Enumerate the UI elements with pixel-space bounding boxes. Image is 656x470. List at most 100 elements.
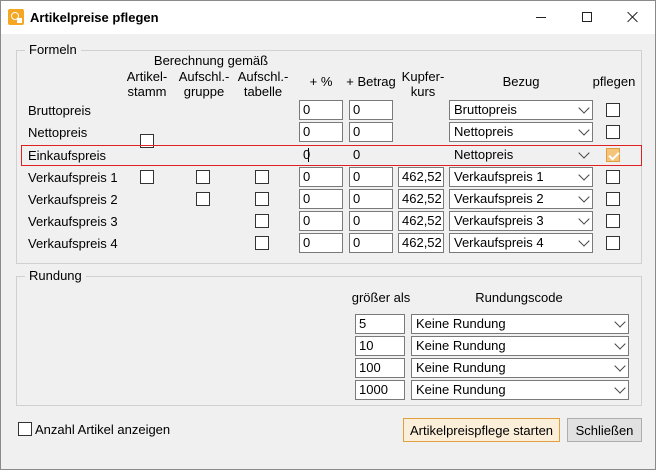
header-kupferkurs-line2: kurs xyxy=(410,84,436,99)
betrag-input-bruttopreis[interactable]: 0 xyxy=(349,100,393,120)
rundungscode-select-1[interactable]: Keine Rundung xyxy=(411,314,629,334)
kupfer-input-vk1[interactable]: 462,52 xyxy=(398,167,444,187)
row-label-bruttopreis: Bruttopreis xyxy=(28,103,91,118)
aufschl-tabelle-checkbox-vk4[interactable] xyxy=(255,236,269,250)
rundungscode-select-2[interactable]: Keine Rundung xyxy=(411,336,629,356)
aufschl-gruppe-checkbox-vk2[interactable] xyxy=(196,192,210,206)
minimize-icon xyxy=(536,16,546,18)
header-betrag: + Betrag xyxy=(346,74,396,89)
kupfer-input-vk2[interactable]: 462,52 xyxy=(398,189,444,209)
prozent-input-einkaufspreis[interactable]: 0 xyxy=(299,145,343,165)
close-icon xyxy=(627,11,639,23)
betrag-input-nettopreis[interactable]: 0 xyxy=(349,122,393,142)
rundung-legend: Rundung xyxy=(25,268,86,283)
rundungscode-value: Keine Rundung xyxy=(416,316,506,331)
dialog-window: Artikelpreise pflegen Formeln Berechnung… xyxy=(0,0,656,470)
title-bar: Artikelpreise pflegen xyxy=(1,1,655,34)
bezug-select-bruttopreis[interactable]: Bruttopreis xyxy=(449,100,593,120)
prozent-input-vk3[interactable]: 0 xyxy=(299,211,343,231)
pflegen-checkbox-bruttopreis[interactable] xyxy=(606,103,620,117)
betrag-input-vk1[interactable]: 0 xyxy=(349,167,393,187)
chevron-down-icon xyxy=(615,341,624,350)
chevron-down-icon xyxy=(579,105,588,114)
chevron-down-icon xyxy=(579,238,588,247)
prozent-input-bruttopreis[interactable]: 0 xyxy=(299,100,343,120)
betrag-input-vk3[interactable]: 0 xyxy=(349,211,393,231)
pflegen-checkbox-nettopreis[interactable] xyxy=(606,125,620,139)
window-title: Artikelpreise pflegen xyxy=(30,10,159,25)
chevron-down-icon xyxy=(615,385,624,394)
bezug-select-vk4[interactable]: Verkaufspreis 4 xyxy=(449,233,593,253)
header-pflegen: pflegen xyxy=(592,74,636,89)
groesser-input-4[interactable]: 1000 xyxy=(355,380,405,400)
betrag-input-vk2[interactable]: 0 xyxy=(349,189,393,209)
close-button[interactable]: Schließen xyxy=(567,418,642,442)
rundungscode-value: Keine Rundung xyxy=(416,382,506,397)
pflegen-checkbox-vk4[interactable] xyxy=(606,236,620,250)
bezug-select-nettopreis[interactable]: Nettopreis xyxy=(449,122,593,142)
chevron-down-icon xyxy=(579,127,588,136)
header-groesser-als: größer als xyxy=(351,290,411,305)
bezug-select-einkaufspreis[interactable]: Nettopreis xyxy=(449,145,593,165)
betrag-input-vk4[interactable]: 0 xyxy=(349,233,393,253)
aufschl-tabelle-checkbox-vk1[interactable] xyxy=(255,170,269,184)
formeln-legend: Formeln xyxy=(25,42,81,57)
groesser-input-2[interactable]: 10 xyxy=(355,336,405,356)
chevron-down-icon xyxy=(579,194,588,203)
groesser-input-3[interactable]: 100 xyxy=(355,358,405,378)
header-aufschl-gruppe-line2: gruppe xyxy=(183,84,225,99)
chevron-down-icon xyxy=(579,216,588,225)
bezug-value: Nettopreis xyxy=(454,147,514,162)
text-caret xyxy=(308,148,309,162)
bezug-select-vk3[interactable]: Verkaufspreis 3 xyxy=(449,211,593,231)
close-window-button[interactable] xyxy=(610,1,656,33)
minimize-button[interactable] xyxy=(518,1,564,33)
header-rundungscode: Rundungscode xyxy=(475,290,563,305)
prozent-input-nettopreis[interactable]: 0 xyxy=(299,122,343,142)
aufschl-tabelle-checkbox-vk3[interactable] xyxy=(255,214,269,228)
header-berechnung: Berechnung gemäß xyxy=(153,53,269,68)
aufschl-tabelle-checkbox-vk2[interactable] xyxy=(255,192,269,206)
maximize-icon xyxy=(582,12,592,22)
header-aufschl-gruppe: Aufschl.- gruppe xyxy=(175,69,233,99)
header-kupferkurs-line1: Kupfer- xyxy=(401,69,445,84)
header-aufschl-gruppe-line1: Aufschl.- xyxy=(178,69,230,84)
row-label-verkaufspreis-4: Verkaufspreis 4 xyxy=(28,236,118,251)
header-aufschl-tabelle: Aufschl.- tabelle xyxy=(234,69,292,99)
kupfer-input-vk3[interactable]: 462,52 xyxy=(398,211,444,231)
artikelstamm-checkbox-vk1[interactable] xyxy=(140,170,154,184)
bezug-value: Verkaufspreis 4 xyxy=(454,235,544,250)
pflegen-checkbox-vk1[interactable] xyxy=(606,170,620,184)
betrag-input-einkaufspreis[interactable]: 0 xyxy=(349,145,393,165)
pflegen-checkbox-vk3[interactable] xyxy=(606,214,620,228)
rundungscode-select-3[interactable]: Keine Rundung xyxy=(411,358,629,378)
bezug-value: Verkaufspreis 3 xyxy=(454,213,544,228)
row-label-verkaufspreis-3: Verkaufspreis 3 xyxy=(28,214,118,229)
start-button[interactable]: Artikelpreispflege starten xyxy=(403,418,560,442)
row-label-einkaufspreis: Einkaufspreis xyxy=(28,148,107,163)
pflegen-checkbox-vk2[interactable] xyxy=(606,192,620,206)
chevron-down-icon xyxy=(579,150,588,159)
prozent-input-vk4[interactable]: 0 xyxy=(299,233,343,253)
chevron-down-icon xyxy=(579,172,588,181)
groesser-input-1[interactable]: 5 xyxy=(355,314,405,334)
bezug-value: Nettopreis xyxy=(454,124,514,139)
prozent-input-vk1[interactable]: 0 xyxy=(299,167,343,187)
aufschl-gruppe-checkbox-vk1[interactable] xyxy=(196,170,210,184)
kupfer-input-vk4[interactable]: 462,52 xyxy=(398,233,444,253)
chevron-down-icon xyxy=(615,319,624,328)
header-artikelstamm: Artikel- stamm xyxy=(121,69,173,99)
row-label-nettopreis: Nettopreis xyxy=(28,125,88,140)
maximize-button[interactable] xyxy=(564,1,610,33)
bezug-value: Verkaufspreis 2 xyxy=(454,191,544,206)
bezug-value: Verkaufspreis 1 xyxy=(454,169,544,184)
header-prozent: + % xyxy=(309,74,333,89)
rundungscode-select-4[interactable]: Keine Rundung xyxy=(411,380,629,400)
header-aufschl-tabelle-line1: Aufschl.- xyxy=(237,69,289,84)
bezug-select-vk1[interactable]: Verkaufspreis 1 xyxy=(449,167,593,187)
anzahl-artikel-checkbox[interactable] xyxy=(18,422,32,436)
pflegen-checkbox-einkaufspreis[interactable] xyxy=(606,148,620,162)
bezug-value: Bruttopreis xyxy=(454,102,517,117)
prozent-input-vk2[interactable]: 0 xyxy=(299,189,343,209)
bezug-select-vk2[interactable]: Verkaufspreis 2 xyxy=(449,189,593,209)
